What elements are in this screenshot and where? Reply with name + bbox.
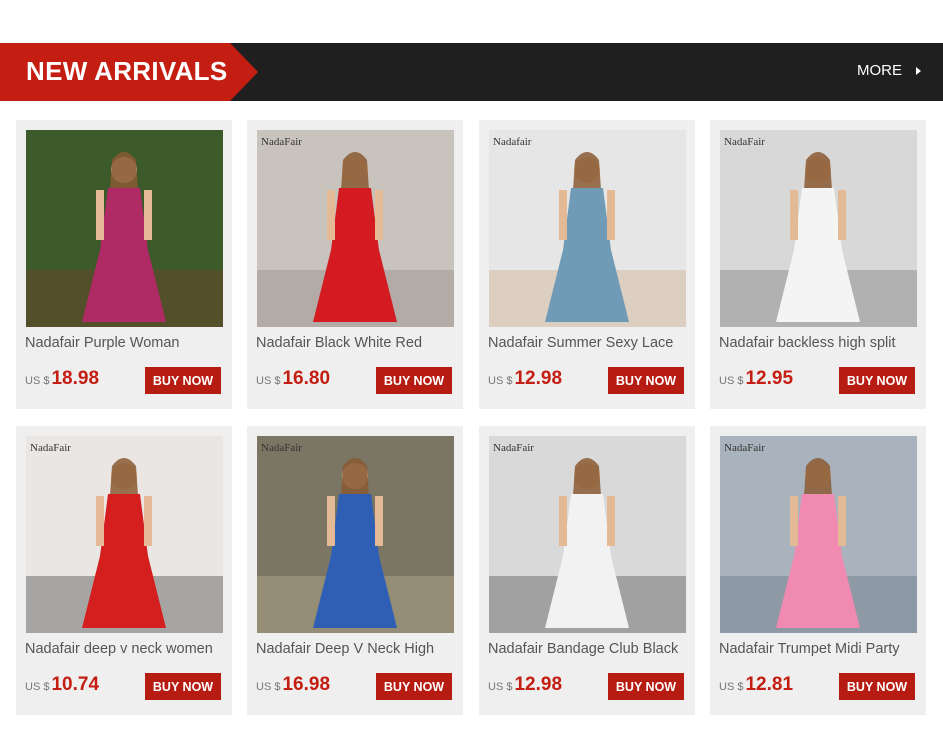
product-title[interactable]: Nadafair Deep V Neck High <box>256 641 456 661</box>
product-card[interactable]: Nadafair Nadafair Summer Sexy Lace US $ … <box>479 120 695 409</box>
price-amount: 16.80 <box>282 368 331 389</box>
product-card[interactable]: NadaFair Nadafair deep v neck women US $… <box>16 426 232 715</box>
buy-now-button[interactable]: BUY NOW <box>608 673 684 700</box>
product-title[interactable]: Nadafair deep v neck women <box>25 641 225 661</box>
price-amount: 12.98 <box>514 368 563 389</box>
brand-watermark: NadaFair <box>724 136 765 148</box>
buy-now-button[interactable]: BUY NOW <box>839 673 915 700</box>
product-image[interactable]: NadaFair <box>257 436 454 633</box>
product-image[interactable]: NadaFair <box>26 436 223 633</box>
product-image[interactable]: NadaFair <box>720 130 917 327</box>
product-title[interactable]: Nadafair Purple Woman <box>25 335 225 355</box>
product-title[interactable]: Nadafair Summer Sexy Lace <box>488 335 688 355</box>
price-amount: 12.98 <box>514 674 563 695</box>
product-price: US $ 12.98 <box>488 368 562 390</box>
product-title[interactable]: Nadafair Trumpet Midi Party <box>719 641 919 661</box>
product-card[interactable]: Nadafair Purple Woman US $ 18.98 BUY NOW <box>16 120 232 409</box>
price-amount: 18.98 <box>51 368 100 389</box>
buy-now-button[interactable]: BUY NOW <box>145 673 221 700</box>
more-link[interactable]: MORE <box>857 62 921 79</box>
price-amount: 12.95 <box>745 368 794 389</box>
buy-now-button[interactable]: BUY NOW <box>376 367 452 394</box>
currency-label: US $ <box>256 375 281 387</box>
product-card[interactable]: NadaFair Nadafair Trumpet Midi Party US … <box>710 426 926 715</box>
buy-now-button[interactable]: BUY NOW <box>145 367 221 394</box>
product-price: US $ 12.95 <box>719 368 793 390</box>
product-card[interactable]: NadaFair Nadafair Deep V Neck High US $ … <box>247 426 463 715</box>
currency-label: US $ <box>256 681 281 693</box>
product-image[interactable]: NadaFair <box>257 130 454 327</box>
currency-label: US $ <box>25 375 50 387</box>
brand-watermark: NadaFair <box>261 442 302 454</box>
product-card[interactable]: NadaFair Nadafair Black White Red US $ 1… <box>247 120 463 409</box>
more-label: MORE <box>857 62 902 79</box>
triangle-right-icon <box>916 66 921 75</box>
product-price: US $ 12.81 <box>719 674 793 696</box>
product-card[interactable]: NadaFair Nadafair backless high split US… <box>710 120 926 409</box>
product-card[interactable]: NadaFair Nadafair Bandage Club Black US … <box>479 426 695 715</box>
product-title[interactable]: Nadafair backless high split <box>719 335 919 355</box>
product-price: US $ 16.98 <box>256 674 330 696</box>
currency-label: US $ <box>25 681 50 693</box>
product-price: US $ 18.98 <box>25 368 99 390</box>
brand-watermark: NadaFair <box>493 442 534 454</box>
product-image[interactable]: NadaFair <box>489 436 686 633</box>
banner-title-tab: NEW ARRIVALS <box>0 43 258 101</box>
buy-now-button[interactable]: BUY NOW <box>839 367 915 394</box>
brand-watermark: NadaFair <box>261 136 302 148</box>
new-arrivals-banner: NEW ARRIVALS MORE <box>0 43 943 101</box>
buy-now-button[interactable]: BUY NOW <box>376 673 452 700</box>
product-image[interactable]: Nadafair <box>489 130 686 327</box>
product-price: US $ 10.74 <box>25 674 99 696</box>
currency-label: US $ <box>719 681 744 693</box>
price-amount: 16.98 <box>282 674 331 695</box>
currency-label: US $ <box>488 681 513 693</box>
currency-label: US $ <box>488 375 513 387</box>
price-amount: 10.74 <box>51 674 100 695</box>
brand-watermark: NadaFair <box>30 442 71 454</box>
currency-label: US $ <box>719 375 744 387</box>
price-amount: 12.81 <box>745 674 794 695</box>
banner-title: NEW ARRIVALS <box>26 56 228 86</box>
brand-watermark: NadaFair <box>724 442 765 454</box>
buy-now-button[interactable]: BUY NOW <box>608 367 684 394</box>
product-image[interactable] <box>26 130 223 327</box>
brand-watermark: Nadafair <box>493 136 532 148</box>
product-image[interactable]: NadaFair <box>720 436 917 633</box>
product-title[interactable]: Nadafair Bandage Club Black <box>488 641 688 661</box>
product-title[interactable]: Nadafair Black White Red <box>256 335 456 355</box>
product-price: US $ 16.80 <box>256 368 330 390</box>
product-price: US $ 12.98 <box>488 674 562 696</box>
